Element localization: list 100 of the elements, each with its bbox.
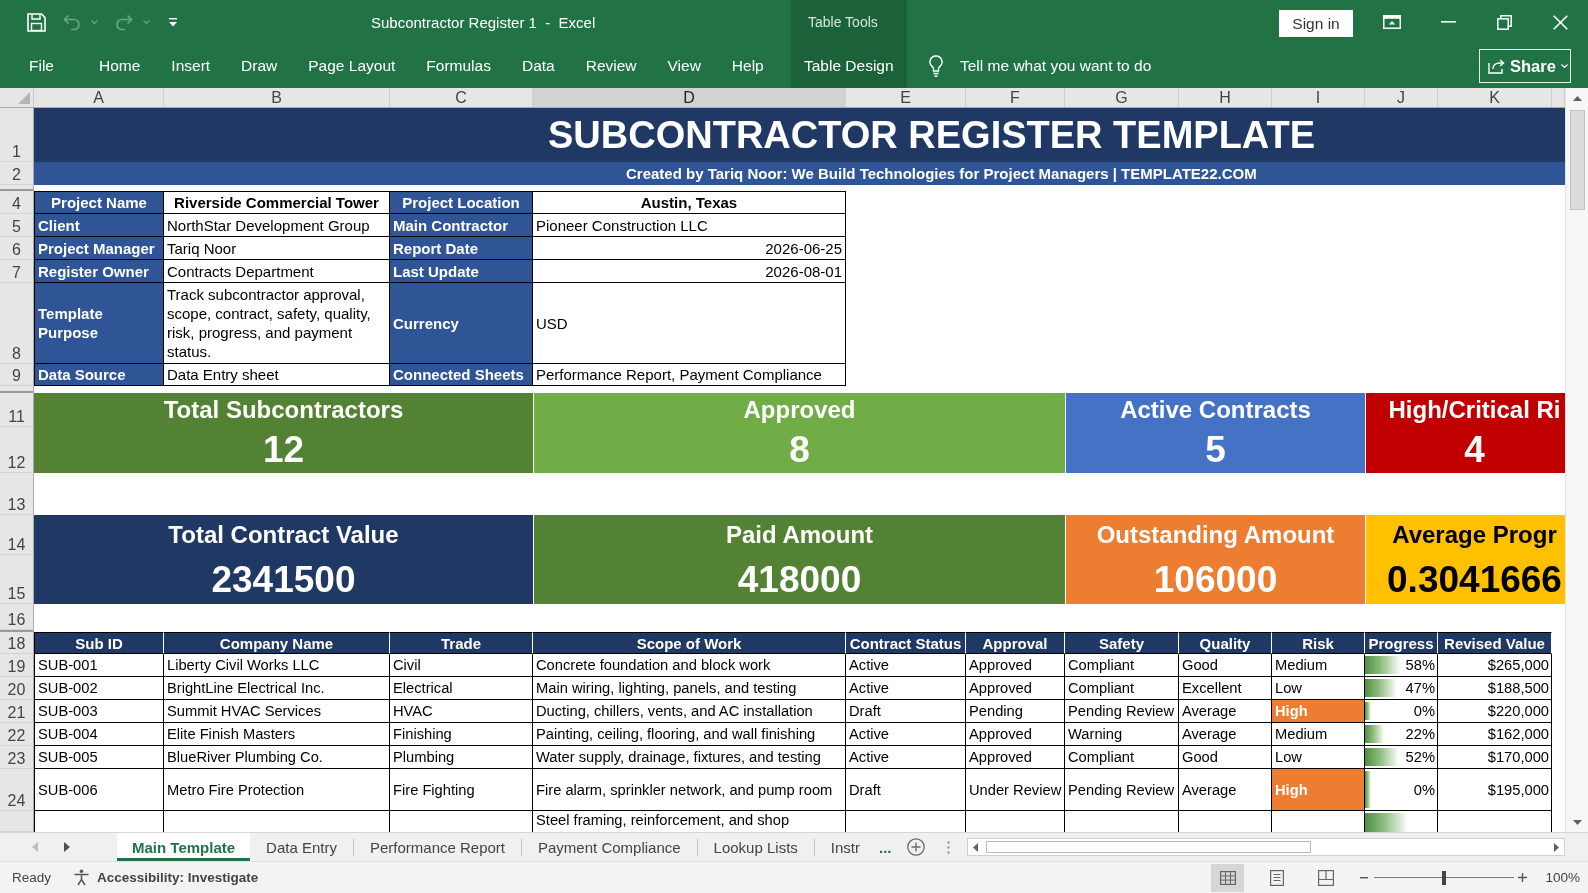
table-cell: Pending Review [1065, 700, 1179, 723]
row-header[interactable]: 16 [0, 604, 34, 630]
table-cell: SUB-004 [34, 723, 164, 746]
ribbon-tab[interactable]: Page Layout [292, 44, 411, 88]
row-header[interactable]: 23 [0, 746, 34, 769]
ribbon-tab[interactable]: View [652, 44, 717, 88]
row-header[interactable]: 2 [0, 162, 34, 185]
row-header[interactable]: 4 [0, 191, 34, 214]
more-sheets-button[interactable]: ... [876, 838, 895, 856]
vertical-dots-icon[interactable] [946, 840, 950, 854]
ribbon-tab[interactable]: Home [83, 44, 156, 88]
row-header[interactable]: 1 [0, 108, 34, 162]
row-header[interactable]: 22 [0, 723, 34, 746]
field-value: 2026-06-25 [533, 237, 846, 260]
kpi-value: 4 [1365, 427, 1565, 473]
ribbon-tab[interactable]: File [13, 44, 70, 88]
tell-me-search[interactable]: Tell me what you want to do [929, 44, 1152, 88]
row-header[interactable]: 21 [0, 700, 34, 723]
ribbon-tab[interactable]: Data [506, 44, 571, 88]
field-label: Project Name [34, 191, 164, 214]
kpi-label: Outstanding Amount [1065, 515, 1365, 555]
scroll-thumb[interactable] [1569, 110, 1585, 210]
kpi-value: 12 [34, 427, 533, 473]
scroll-down-icon[interactable] [1572, 819, 1582, 825]
row-header[interactable]: 19 [0, 654, 34, 677]
column-header[interactable]: I [1272, 88, 1365, 107]
row-header[interactable]: 8 [0, 283, 34, 364]
table-cell: Concrete foundation and block work [533, 654, 846, 677]
row-header[interactable]: 13 [0, 473, 34, 515]
ribbon-tab[interactable]: Review [570, 44, 652, 88]
share-button[interactable]: Share [1479, 49, 1571, 83]
sign-in-button[interactable]: Sign in [1279, 10, 1353, 37]
zoom-level[interactable]: 100% [1545, 870, 1580, 885]
add-sheet-icon[interactable] [906, 838, 925, 856]
field-value: Riverside Commercial Tower [164, 191, 390, 214]
tab-scroll-right-icon[interactable] [64, 842, 70, 852]
scroll-up-icon[interactable] [1572, 95, 1582, 101]
row-header[interactable]: 12 [0, 427, 34, 473]
row-header[interactable]: 24 [0, 769, 34, 811]
minimize-icon[interactable] [1440, 21, 1456, 23]
ribbon-display-icon[interactable] [1383, 15, 1401, 29]
sheet-tab[interactable]: Main Template [117, 833, 251, 861]
row-header[interactable]: 20 [0, 677, 34, 700]
table-cell: Main wiring, lighting, panels, and testing [533, 677, 846, 700]
table-cell: Approved [966, 654, 1065, 677]
view-button[interactable] [1211, 863, 1245, 892]
ribbon-tab[interactable]: Draw [225, 44, 293, 88]
kpi-label: Approved [533, 393, 1065, 427]
row-header[interactable]: 5 [0, 214, 34, 237]
field-label: Connected Sheets [390, 364, 533, 386]
column-header[interactable]: K [1438, 88, 1552, 107]
row-header[interactable]: 6 [0, 237, 34, 260]
field-label: Register Owner [34, 260, 164, 283]
column-header[interactable]: A [34, 88, 164, 107]
row-header[interactable]: 7 [0, 260, 34, 283]
zoom-out-icon[interactable] [1360, 876, 1369, 879]
column-header[interactable]: D [533, 88, 846, 107]
ribbon-tab[interactable]: Formulas [410, 44, 507, 88]
scroll-left-icon[interactable] [973, 842, 979, 852]
sheet-tab[interactable]: Instr [814, 833, 876, 861]
column-header[interactable]: F [966, 88, 1065, 107]
vertical-scrollbar[interactable] [1565, 88, 1588, 832]
close-icon[interactable] [1552, 14, 1568, 30]
sheet-tab[interactable]: Data Entry [250, 833, 353, 861]
accessibility-button[interactable]: Accessibility: Investigate [73, 869, 259, 886]
table-cell: Active [846, 677, 966, 700]
table-cell: Good [1179, 654, 1272, 677]
column-header[interactable]: G [1065, 88, 1179, 107]
column-header[interactable]: J [1365, 88, 1438, 107]
row-header[interactable]: 15 [0, 555, 34, 604]
zoom-in-icon[interactable] [1518, 873, 1528, 882]
restore-icon[interactable] [1496, 14, 1512, 30]
table-cell: Active [846, 723, 966, 746]
sheet-title: SUBCONTRACTOR REGISTER TEMPLATE [34, 108, 1565, 162]
customize-icon[interactable] [169, 17, 177, 27]
ribbon-tab[interactable]: Table Design [791, 44, 907, 88]
row-header[interactable]: 14 [0, 515, 34, 555]
row-header[interactable]: 11 [0, 393, 34, 427]
ribbon-tab[interactable]: Insert [155, 44, 226, 88]
zoom-slider-thumb[interactable] [1442, 870, 1447, 885]
scroll-right-icon[interactable] [1553, 842, 1559, 852]
sheet-subtitle: Created by Tariq Noor: We Build Technologies for Project Managers | TEMPLATE22.COM [34, 162, 1565, 185]
row-header[interactable]: 18 [0, 632, 34, 654]
context-group-label: Table Tools [791, 0, 907, 44]
scroll-thumb[interactable] [985, 841, 1311, 853]
sheet-tab[interactable]: Performance Report [353, 833, 521, 861]
row-header[interactable]: 9 [0, 364, 34, 386]
table-cell: Compliant [1065, 746, 1179, 769]
status-text: Ready [12, 870, 52, 885]
ribbon-tab[interactable]: Help [716, 44, 780, 88]
field-label: Currency [390, 283, 533, 364]
sheet-tab[interactable]: Lookup Lists [697, 833, 814, 861]
sheet-tab[interactable]: Payment Compliance [522, 833, 697, 861]
table-cell: Pending [966, 700, 1065, 723]
column-header[interactable]: H [1179, 88, 1272, 107]
horizontal-scrollbar[interactable] [966, 838, 1565, 856]
column-header[interactable]: B [164, 88, 390, 107]
save-icon[interactable] [27, 12, 46, 32]
column-header[interactable]: E [846, 88, 966, 107]
table-cell: SUB-006 [34, 769, 164, 811]
